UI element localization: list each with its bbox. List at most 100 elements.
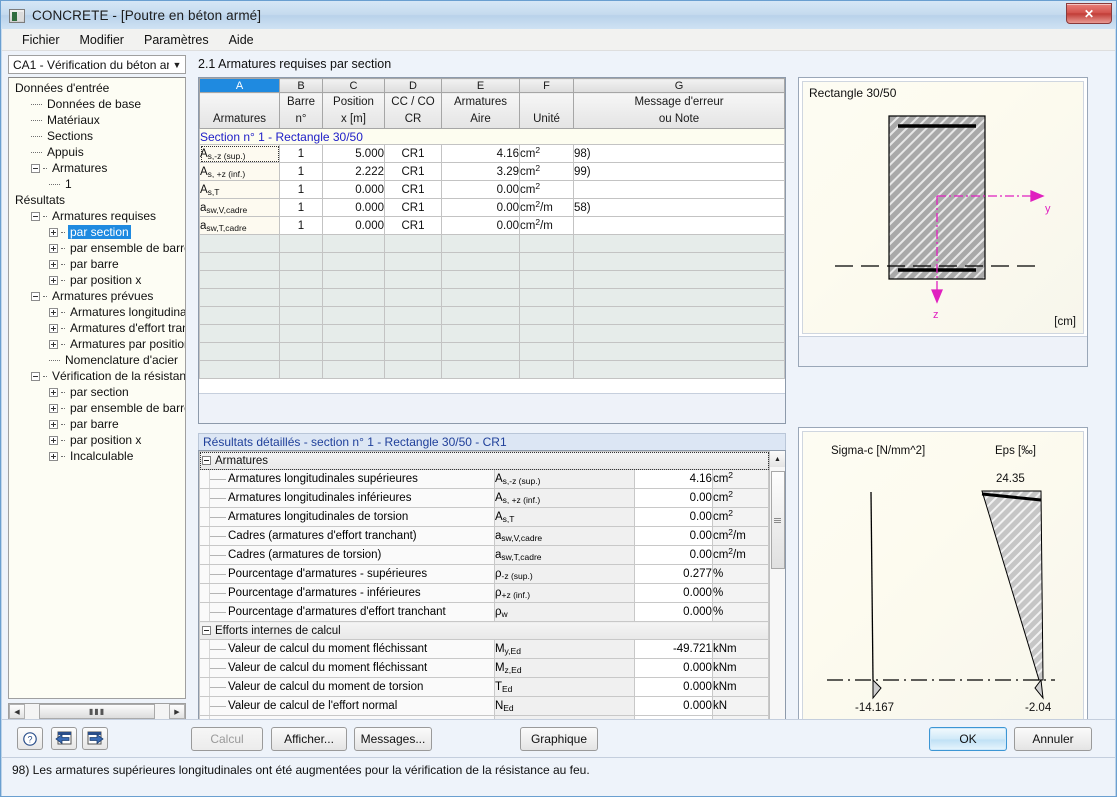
- cell-position[interactable]: 0.000: [322, 180, 385, 199]
- empty-cell[interactable]: [573, 234, 785, 253]
- graphique-button[interactable]: Graphique: [520, 727, 598, 751]
- empty-cell[interactable]: [384, 342, 442, 361]
- detail-label-cell[interactable]: Pourcentage d'armatures - supérieures: [199, 564, 495, 584]
- empty-cell[interactable]: [519, 360, 574, 379]
- detail-label-cell[interactable]: Armatures longitudinales inférieures: [199, 488, 495, 508]
- previous-button[interactable]: [51, 727, 77, 750]
- tree-item-armatures-d-effort-tranchant[interactable]: Armatures d'effort tranchant: [9, 320, 185, 336]
- expand-icon[interactable]: [49, 387, 58, 397]
- empty-cell[interactable]: [322, 324, 385, 343]
- cell-armature[interactable]: As,T: [199, 180, 280, 199]
- cell-position[interactable]: 5.000: [322, 144, 385, 163]
- empty-cell[interactable]: [441, 324, 520, 343]
- calcul-button[interactable]: Calcul: [191, 727, 263, 751]
- tree-item-par-position-x[interactable]: par position x: [9, 432, 185, 448]
- empty-cell[interactable]: [199, 252, 280, 271]
- detail-row[interactable]: Armatures longitudinales inférieures As, …: [199, 488, 769, 508]
- detail-row[interactable]: Cadres (armatures de torsion) asw,T,cadre…: [199, 545, 769, 565]
- tree-item-appuis[interactable]: Appuis: [9, 144, 185, 160]
- detail-row[interactable]: Pourcentage d'armatures - inférieures ρ+z…: [199, 583, 769, 603]
- detail-label-cell[interactable]: Pourcentage d'armatures d'effort trancha…: [199, 602, 495, 622]
- detail-label-cell[interactable]: Armatures longitudinales supérieures: [199, 469, 495, 489]
- empty-cell[interactable]: [384, 288, 442, 307]
- cell-aire[interactable]: 0.00: [441, 198, 520, 217]
- cell-armature[interactable]: asw,T,cadre: [199, 216, 280, 235]
- cell-position[interactable]: 0.000: [322, 198, 385, 217]
- cell-message[interactable]: 99): [573, 162, 785, 181]
- empty-cell[interactable]: [519, 252, 574, 271]
- empty-cell[interactable]: [199, 306, 280, 325]
- empty-row[interactable]: [199, 270, 785, 289]
- detail-group-row[interactable]: Efforts internes de calcul: [199, 621, 769, 640]
- tree-item-donn-es-de-base[interactable]: Données de base: [9, 96, 185, 112]
- menu-item-modifier[interactable]: Modifier: [70, 31, 134, 49]
- empty-cell[interactable]: [519, 306, 574, 325]
- detail-label-cell[interactable]: Valeur de calcul du moment fléchissant: [199, 639, 495, 659]
- cell-barre[interactable]: 1: [279, 162, 323, 181]
- detail-value[interactable]: 0.00: [633, 545, 713, 565]
- scroll-thumb-vertical[interactable]: [770, 471, 785, 569]
- empty-cell[interactable]: [519, 288, 574, 307]
- cell-aire[interactable]: 0.00: [441, 216, 520, 235]
- empty-cell[interactable]: [573, 324, 785, 343]
- tree-item-par-section[interactable]: par section: [9, 384, 185, 400]
- detail-results-panel[interactable]: Armatures Armatures longitudinales supéri…: [198, 450, 786, 758]
- cell-unite[interactable]: cm2: [519, 144, 574, 163]
- empty-cell[interactable]: [384, 234, 442, 253]
- cell-cc-co[interactable]: CR1: [384, 216, 442, 235]
- empty-cell[interactable]: [519, 234, 574, 253]
- detail-label-cell[interactable]: Cadres (armatures d'effort tranchant): [199, 526, 495, 546]
- empty-row[interactable]: [199, 360, 785, 379]
- cell-message[interactable]: 58): [573, 198, 785, 217]
- cell-armature[interactable]: As, +z (inf.): [199, 162, 280, 181]
- empty-row[interactable]: [199, 288, 785, 307]
- expand-icon[interactable]: [49, 243, 58, 253]
- detail-row[interactable]: Valeur de calcul de l'effort normal NEd 0.…: [199, 696, 769, 716]
- empty-cell[interactable]: [199, 288, 280, 307]
- empty-cell[interactable]: [441, 252, 520, 271]
- case-selector-dropdown[interactable]: CA1 - Vérification du béton armé ▼: [8, 55, 186, 74]
- cell-position[interactable]: 2.222: [322, 162, 385, 181]
- column-header-G[interactable]: G: [573, 78, 785, 93]
- detail-value[interactable]: 0.00: [633, 526, 713, 546]
- empty-cell[interactable]: [322, 288, 385, 307]
- empty-row[interactable]: [199, 342, 785, 361]
- detail-value[interactable]: 0.000: [633, 602, 713, 622]
- menu-item-aide[interactable]: Aide: [219, 31, 264, 49]
- scroll-left-icon[interactable]: ◀: [9, 704, 25, 719]
- detail-row[interactable]: Valeur de calcul du moment fléchissant Mz…: [199, 658, 769, 678]
- empty-cell[interactable]: [573, 288, 785, 307]
- cell-barre[interactable]: 1: [279, 180, 323, 199]
- tree-item-sections[interactable]: Sections: [9, 128, 185, 144]
- empty-cell[interactable]: [322, 306, 385, 325]
- close-icon[interactable]: ✕: [1066, 3, 1112, 24]
- cross-section-graphic-panel[interactable]: Rectangle 30/50 y z [cm]: [798, 77, 1088, 367]
- scroll-thumb[interactable]: ▮▮▮: [39, 704, 155, 719]
- scroll-track[interactable]: ▮▮▮: [25, 704, 169, 719]
- cell-unite[interactable]: cm2: [519, 162, 574, 181]
- cell-unite[interactable]: cm2/m: [519, 216, 574, 235]
- tree-item-nomenclature-d-acier[interactable]: Nomenclature d'acier: [9, 352, 185, 368]
- empty-cell[interactable]: [441, 306, 520, 325]
- empty-cell[interactable]: [199, 342, 280, 361]
- empty-cell[interactable]: [384, 252, 442, 271]
- collapse-icon[interactable]: [202, 456, 211, 465]
- tree-item-mat-riaux[interactable]: Matériaux: [9, 112, 185, 128]
- empty-cell[interactable]: [519, 324, 574, 343]
- collapse-icon[interactable]: [31, 163, 40, 173]
- expand-icon[interactable]: [49, 307, 58, 317]
- table-row[interactable]: asw,T,cadre 1 0.000 CR1 0.00 cm2/m: [199, 216, 785, 235]
- detail-value[interactable]: 0.277: [633, 564, 713, 584]
- detail-row[interactable]: Armatures longitudinales supérieures As,-…: [199, 469, 769, 489]
- cell-aire[interactable]: 3.29: [441, 162, 520, 181]
- tree-item-incalculable[interactable]: Incalculable: [9, 448, 185, 464]
- stress-strain-graphic-panel[interactable]: Sigma-c [N/mm^2] Eps [‰] -14.167 24.35 -…: [798, 427, 1088, 758]
- empty-cell[interactable]: [279, 252, 323, 271]
- tree-item-armatures[interactable]: Armatures: [9, 160, 185, 176]
- empty-cell[interactable]: [573, 342, 785, 361]
- menu-item-paramtres[interactable]: Paramètres: [134, 31, 219, 49]
- tree-item-1[interactable]: 1: [9, 176, 185, 192]
- cell-message[interactable]: 98): [573, 144, 785, 163]
- detail-row[interactable]: Pourcentage d'armatures - supérieures ρ-z…: [199, 564, 769, 584]
- cell-message[interactable]: [573, 180, 785, 199]
